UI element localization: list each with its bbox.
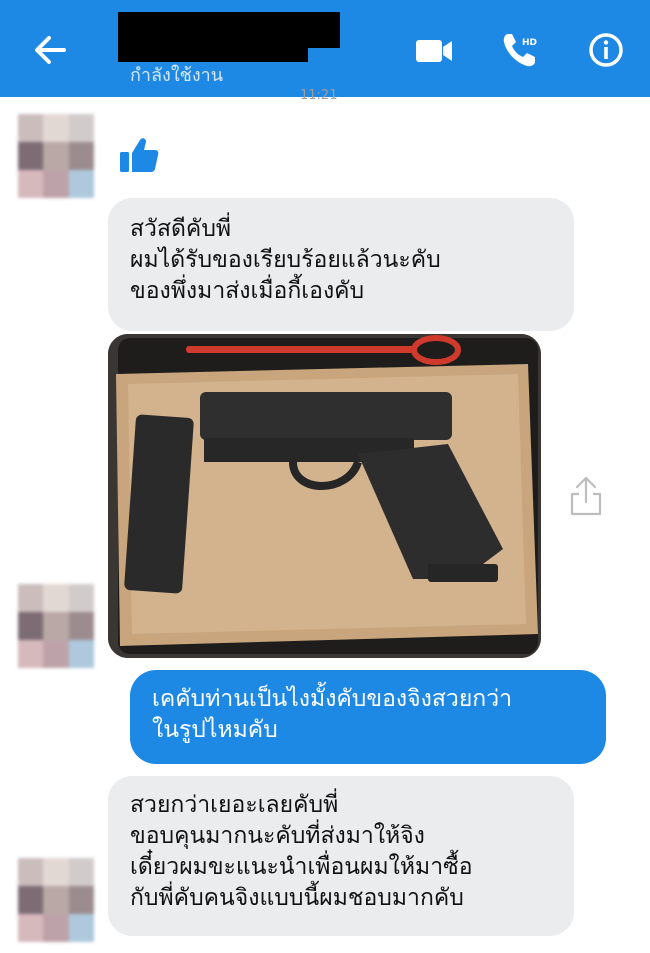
share-icon[interactable]	[568, 474, 604, 518]
phone-hd-icon[interactable]: HD	[498, 28, 542, 72]
hd-badge: HD	[522, 38, 537, 48]
redacted-contact-name	[118, 12, 340, 48]
conversation-header: กำลังใช้งาน HD	[0, 0, 650, 97]
photo-message[interactable]	[108, 334, 541, 658]
active-status: กำลังใช้งาน	[130, 65, 224, 86]
incoming-message-bubble[interactable]: สวัสดีคับพี่ ผมได้รับของเรียบร้อยแล้วนะค…	[108, 198, 574, 331]
outgoing-message-bubble[interactable]: เคคับท่านเป็นไงมั้งคับของจิงสวยกว่า ในรู…	[130, 670, 606, 764]
handgun-photo	[108, 334, 541, 658]
video-call-icon[interactable]	[412, 28, 456, 72]
back-arrow-icon[interactable]	[30, 30, 70, 70]
thumbs-up-icon	[120, 138, 159, 172]
contact-avatar[interactable]	[18, 584, 94, 668]
contact-avatar[interactable]	[18, 114, 94, 198]
incoming-message-bubble[interactable]: สวยกว่าเยอะเลยคับพี่ ขอบคุนมากนะคับที่ส่…	[108, 776, 574, 936]
info-icon[interactable]	[584, 28, 628, 72]
message-timestamp: 11:21	[300, 88, 338, 103]
contact-avatar[interactable]	[18, 858, 94, 942]
